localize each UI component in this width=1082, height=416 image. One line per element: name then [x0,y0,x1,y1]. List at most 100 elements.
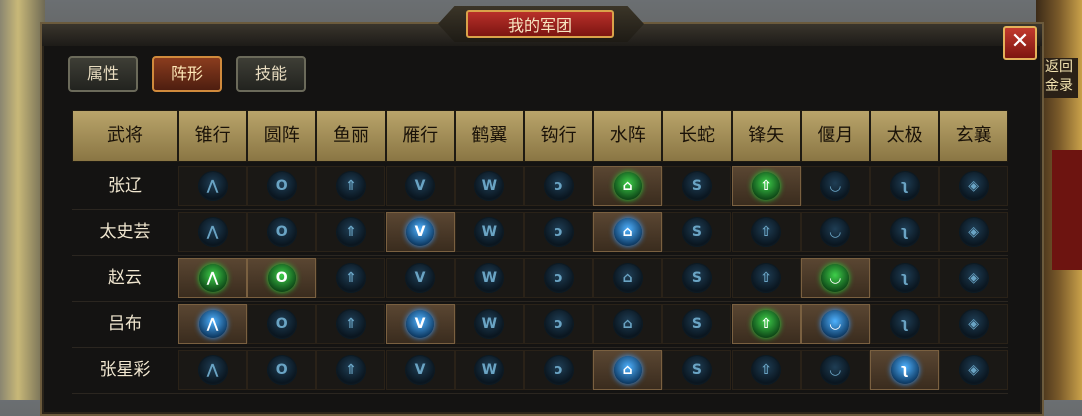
general-name: 吕布 [108,314,142,334]
formation-icon: O [267,356,296,384]
formation-icon: V [406,218,435,246]
formation-icon: ʅ [890,218,919,246]
formation-icon: ◈ [959,310,988,338]
formation-cell[interactable]: ⌂ [593,166,663,206]
formation-cell[interactable]: W [454,258,524,298]
formation-icon: ⇧ [752,172,781,200]
formation-cell[interactable]: V [385,350,455,390]
formation-cell[interactable]: ⋀ [178,304,247,344]
formation-cell[interactable]: ◈ [939,304,1009,344]
formation-cell[interactable]: ◡ [800,350,870,390]
formation-cell[interactable]: ⌂ [593,258,663,298]
formation-icon: ◡ [821,172,850,200]
formation-icon: ⌂ [613,310,642,338]
formation-cell[interactable]: ↄ [524,258,593,298]
formation-cell[interactable]: O [247,212,317,252]
tab-skills[interactable]: 技能 [236,56,306,92]
formation-cell[interactable]: ⇧ [731,258,801,298]
window-title: 我的军团 [466,10,614,38]
formation-icon: ⋀ [198,218,227,246]
formation-cell[interactable]: V [385,304,455,344]
formation-cell[interactable]: O [247,304,317,344]
formation-cell[interactable]: ⋀ [178,212,247,252]
formation-cell[interactable]: ◈ [939,350,1009,390]
formation-cell[interactable]: ◡ [800,212,870,252]
formation-icon: ⋀ [198,172,227,200]
formation-cell[interactable]: ʅ [870,212,939,252]
formation-cell[interactable]: ◡ [800,304,870,344]
formation-cell[interactable]: W [454,350,524,390]
formation-icon: ⌂ [613,264,642,292]
return-ribbon[interactable]: 返回 金录 [1040,58,1078,98]
header-formation: 锋矢 [731,110,801,162]
formation-cell[interactable]: ʅ [870,258,939,298]
close-icon[interactable]: ✕ [1003,26,1037,60]
formation-cell[interactable]: W [454,166,524,206]
formation-cell[interactable]: ⇧ [731,304,801,344]
formation-icon: ⋀ [198,356,227,384]
formation-cell[interactable]: ⌂ [593,304,663,344]
header-formation: 锥行 [178,110,248,162]
formation-cell[interactable]: ʅ [870,350,939,390]
tab-formation[interactable]: 阵形 [152,56,222,92]
tab-attributes[interactable]: 属性 [68,56,138,92]
formation-icon: S [682,172,711,200]
formation-cell[interactable]: V [385,212,455,252]
formation-cell[interactable]: W [454,304,524,344]
formation-icon: ʅ [890,356,919,384]
header-formation: 鱼丽 [316,110,386,162]
formation-cell[interactable]: S [662,258,732,298]
formation-cell[interactable]: ⇑ [316,212,386,252]
formation-icon: ⌂ [613,218,642,246]
formation-cell[interactable]: ◈ [939,258,1009,298]
formation-cell[interactable]: ◡ [800,258,870,298]
formation-cell[interactable]: W [454,212,524,252]
formation-icon: ↄ [544,218,573,246]
formation-cell[interactable]: V [385,258,455,298]
formation-cell[interactable]: ◈ [939,166,1009,206]
general-name: 张星彩 [99,360,151,380]
formation-cell[interactable]: S [662,350,732,390]
formation-cell[interactable]: ʅ [870,304,939,344]
formation-cell[interactable]: ⌂ [593,350,663,390]
formation-cell[interactable]: ⋀ [178,350,247,390]
formation-cell[interactable]: ⋀ [178,166,247,206]
formation-cell[interactable]: ◡ [800,166,870,206]
formation-cell[interactable]: O [247,166,317,206]
formation-icon: W [475,310,504,338]
formation-cell[interactable]: ⇑ [316,350,386,390]
formation-cell[interactable]: ↄ [524,350,593,390]
formation-icon: W [475,264,504,292]
formation-cell[interactable]: ⇑ [316,304,386,344]
formation-cell[interactable]: ⇧ [731,350,801,390]
formation-cell[interactable]: ⋀ [178,258,247,298]
formation-cell[interactable]: ⇧ [731,212,801,252]
formation-icon: ⇑ [336,310,365,338]
formation-icon: S [682,310,711,338]
header-formation: 玄襄 [939,110,1009,162]
formation-cell[interactable]: ◈ [939,212,1009,252]
formation-cell[interactable]: ↄ [524,304,593,344]
formation-icon: ↄ [544,172,573,200]
formation-cell[interactable]: ⇧ [731,166,801,206]
formation-cell[interactable]: ↄ [524,212,593,252]
table-row: 赵云 ⋀ O ⇑ V Wↄ ⌂ S ⇧ ◡ ʅ ◈ [72,256,1009,301]
formation-icon: ⇧ [752,218,781,246]
formation-cell[interactable]: ʅ [870,166,939,206]
formation-cell[interactable]: V [385,166,455,206]
formation-cell[interactable]: ↄ [524,166,593,206]
formation-cell[interactable]: ⇑ [316,166,386,206]
formation-cell[interactable]: S [662,166,732,206]
formation-cell[interactable]: O [247,350,317,390]
formation-cell[interactable]: ⌂ [593,212,663,252]
formation-cell[interactable]: ⇑ [316,258,386,298]
formation-icon: ⌂ [613,356,642,384]
formation-cell[interactable]: S [662,304,732,344]
formation-icon: ◈ [959,356,988,384]
formation-icon: ⇧ [752,310,781,338]
formation-icon: ◡ [821,218,850,246]
formation-icon: ⇧ [752,356,781,384]
formation-icon: ⇑ [336,218,365,246]
formation-cell[interactable]: S [662,212,732,252]
formation-cell[interactable]: O [247,258,317,298]
